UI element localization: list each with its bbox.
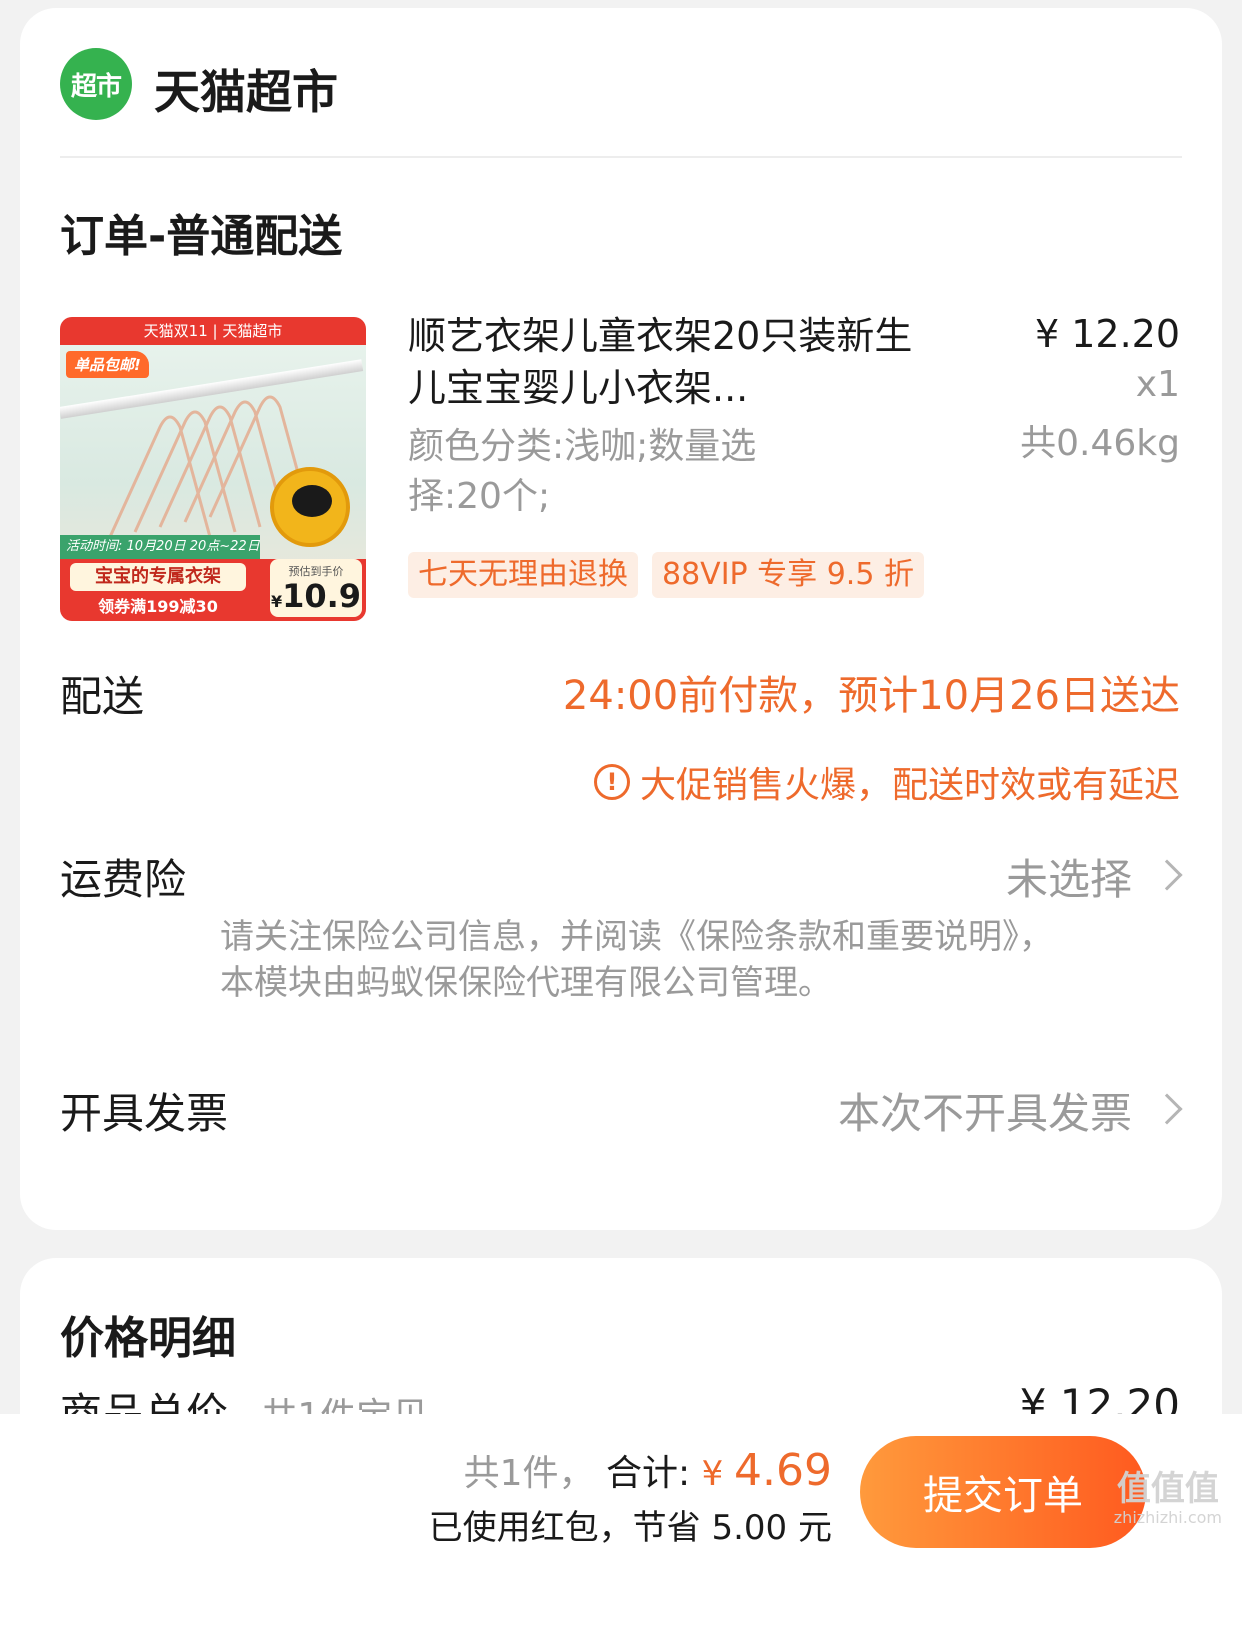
red-packet-savings: 已使用红包，节省 5.00 元 <box>428 1508 832 1548</box>
product-price: ¥ 12.20 <box>1034 312 1180 356</box>
thumbnail-top-banner: 天猫双11 | 天猫超市 <box>60 317 366 345</box>
thumbnail-slogan: 宝宝的专属衣架 <box>70 563 246 591</box>
tmall-cat-mascot-icon <box>270 467 350 547</box>
thumbnail-price-box: 预估到手价 ¥10.9 <box>270 559 362 617</box>
product-quantity: x1 <box>1135 364 1180 405</box>
chevron-right-icon[interactable] <box>1151 1093 1183 1125</box>
thumbnail-coupon: 领券满199减30 <box>98 597 218 616</box>
item-count: 共1件， <box>463 1453 595 1494</box>
product-thumbnail[interactable]: 天猫双11 | 天猫超市 单品包邮! 活动时间: 10月20日 20点~22日 … <box>60 317 366 621</box>
divider <box>60 156 1182 158</box>
warning-icon: ! <box>593 764 630 800</box>
invoice-value[interactable]: 本次不开具发票 <box>838 1080 1132 1141</box>
insurance-description[interactable]: 请关注保险公司信息，并阅读《保险条款和重要说明》，本模块由蚂蚁保保险代理有限公司… <box>220 914 1080 1006</box>
watermark-logo: 值值值 zhizhizhi.com <box>1113 1469 1222 1527</box>
thumbnail-price: ¥10.9 <box>270 577 362 615</box>
total-label: 合计: <box>605 1453 691 1494</box>
product-weight: 共0.46kg <box>1020 423 1180 464</box>
tmall-supermarket-logo: 超市 <box>60 48 132 120</box>
delivery-delay-notice: ! 大促销售火爆，配送时效或有延迟 <box>593 756 1180 808</box>
shipping-insurance-value[interactable]: 未选择 <box>1006 846 1132 907</box>
order-section-title: 订单-普通配送 <box>60 211 343 262</box>
product-title[interactable]: 顺艺衣架儿童衣架20只装新生儿宝宝婴儿小衣架... <box>408 310 918 414</box>
service-tags: 七天无理由退换 88VIP 专享 9.5 折 <box>408 552 924 598</box>
activity-time: 活动时间: 10月20日 20点~22日 <box>60 535 260 559</box>
chevron-right-icon[interactable] <box>1151 859 1183 891</box>
store-name[interactable]: 天猫超市 <box>154 56 338 122</box>
product-sku[interactable]: 颜色分类:浅咖;数量选择:20个; <box>408 422 828 522</box>
price-detail-title: 价格明细 <box>60 1313 236 1364</box>
submit-order-button[interactable]: 提交订单 <box>860 1436 1146 1548</box>
total-amount: ¥ 4.69 <box>701 1445 832 1496</box>
delivery-estimate: 24:00前付款，预计10月26日送达 <box>562 673 1180 719</box>
return-policy-tag: 七天无理由退换 <box>408 552 638 598</box>
vip-discount-tag: 88VIP 专享 9.5 折 <box>652 552 924 598</box>
invoice-label: 开具发票 <box>60 1089 229 1138</box>
order-card: 超市 天猫超市 订单-普通配送 天猫双11 | 天猫超市 单品包邮! 活动时间:… <box>20 8 1222 1230</box>
total-summary: 共1件， 合计: ¥ 4.69 <box>464 1444 832 1496</box>
delivery-label: 配送 <box>60 672 145 721</box>
delivery-delay-text: 大促销售火爆，配送时效或有延迟 <box>639 765 1180 806</box>
shipping-insurance-label: 运费险 <box>60 855 187 904</box>
checkout-bar: 共1件， 合计: ¥ 4.69 已使用红包，节省 5.00 元 提交订单 值值值… <box>0 1414 1242 1648</box>
free-shipping-tag: 单品包邮! <box>66 351 149 378</box>
